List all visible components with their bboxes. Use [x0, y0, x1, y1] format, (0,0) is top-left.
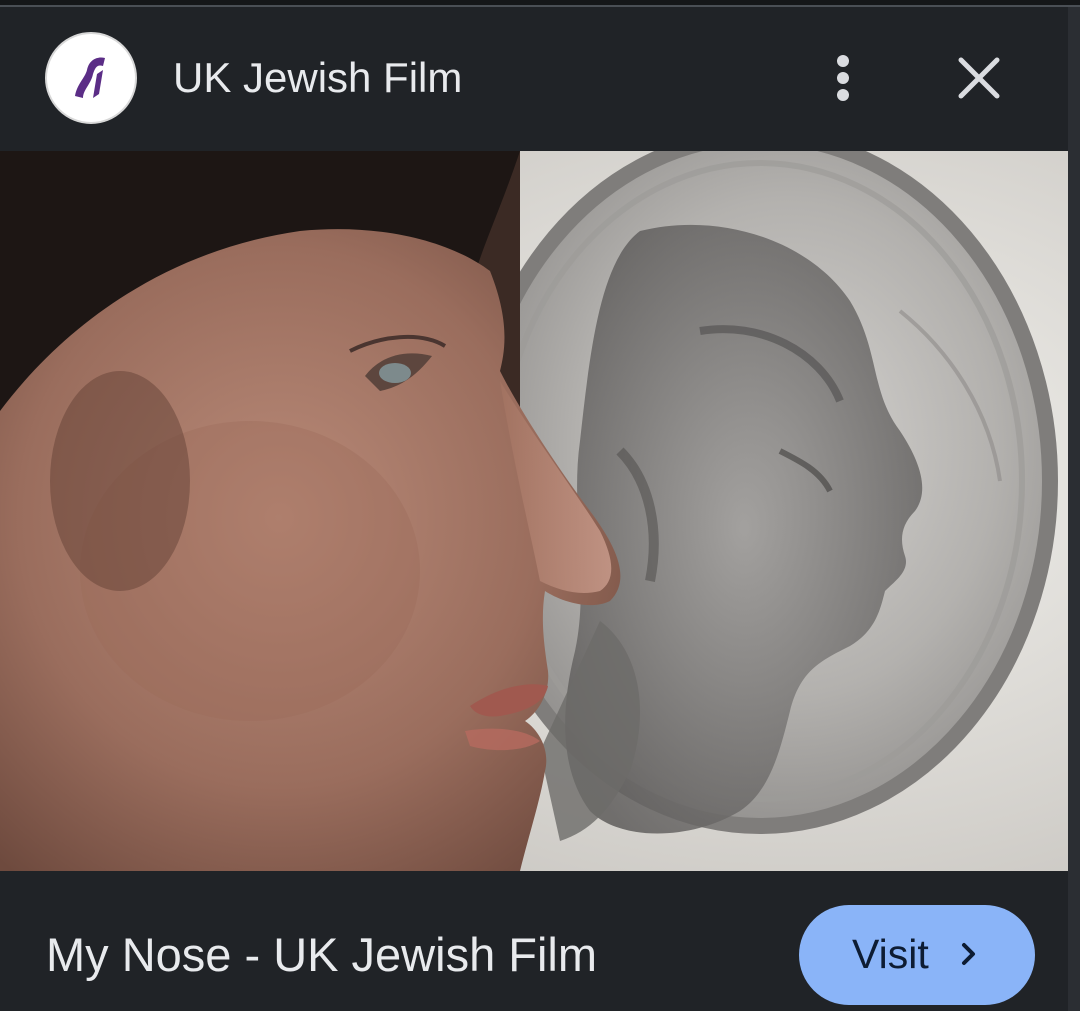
visit-button[interactable]: Visit	[799, 905, 1035, 1005]
more-vert-icon	[837, 55, 849, 101]
top-border	[0, 0, 1080, 7]
close-icon	[958, 57, 1000, 99]
site-logo[interactable]	[45, 32, 137, 124]
preview-image[interactable]	[0, 151, 1068, 871]
more-options-button[interactable]	[815, 49, 871, 109]
image-preview-panel: UK Jewish Film My Nose - UK Jewish Film …	[0, 0, 1080, 1011]
site-title[interactable]: UK Jewish Film	[173, 52, 462, 104]
preview-footer: My Nose - UK Jewish Film Visit	[0, 871, 1068, 1011]
preview-header: UK Jewish Film	[0, 9, 1068, 151]
close-button[interactable]	[948, 47, 1010, 109]
chevron-right-icon	[962, 943, 975, 965]
page-title[interactable]: My Nose - UK Jewish Film	[46, 927, 597, 983]
visit-label: Visit	[852, 931, 929, 977]
scrollbar-track[interactable]	[1068, 7, 1080, 1011]
uk-jewish-film-logo-icon	[75, 57, 105, 98]
film-still-illustration	[0, 151, 1068, 871]
